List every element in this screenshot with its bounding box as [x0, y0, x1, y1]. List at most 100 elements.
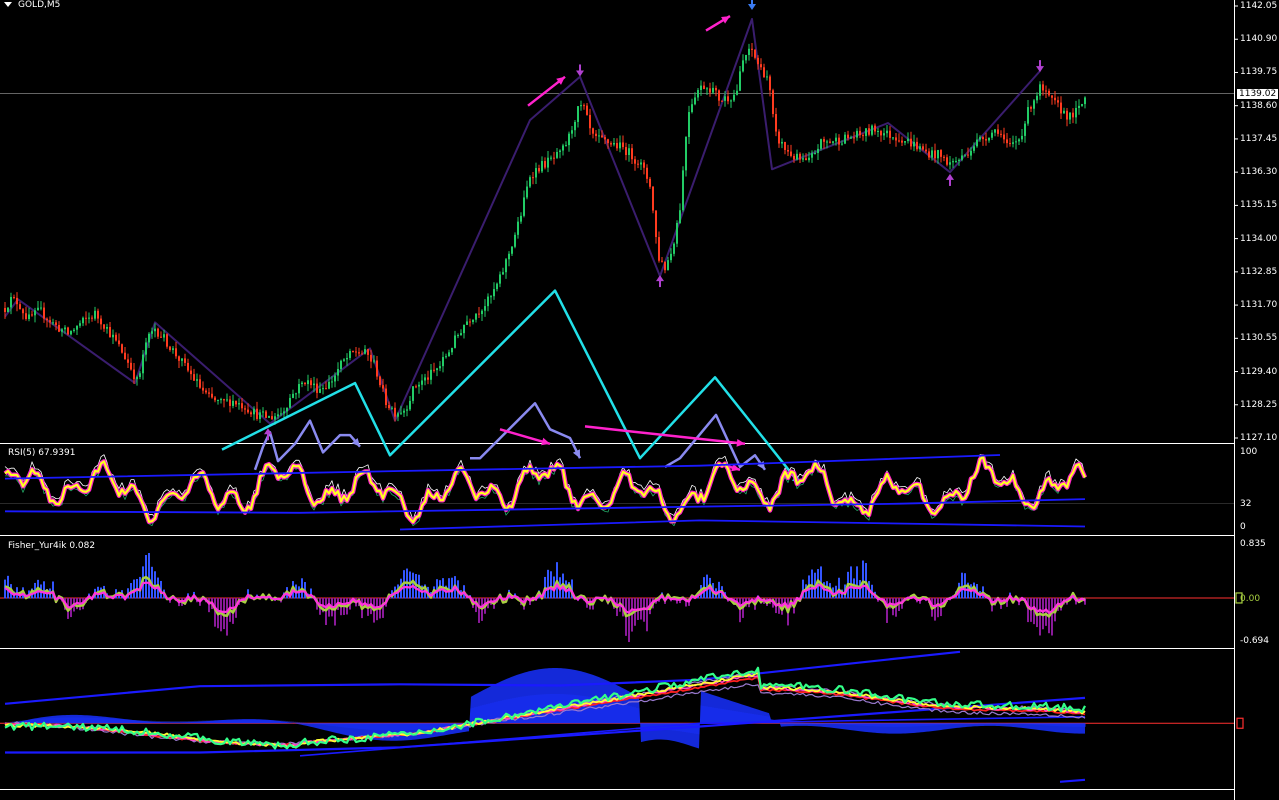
candle-body — [772, 90, 774, 115]
candle-body — [907, 138, 909, 142]
fisher-histogram-bar — [718, 581, 720, 599]
fisher-histogram-bar — [850, 566, 852, 599]
candle-body — [877, 130, 879, 132]
price-tick-label: 1129.40 — [1240, 366, 1278, 377]
candle-body — [691, 104, 693, 113]
candle-body — [277, 414, 279, 417]
candle-body — [313, 383, 315, 386]
candle-body — [742, 60, 744, 72]
candle-body — [589, 114, 591, 129]
candle-body — [130, 362, 132, 370]
candle-body — [319, 388, 321, 393]
candle-body — [703, 85, 705, 90]
candle-body — [322, 388, 324, 390]
candle-body — [238, 403, 240, 405]
candle-body — [388, 405, 390, 409]
candle-body — [817, 148, 819, 154]
candle-body — [709, 88, 711, 93]
candle-body — [280, 413, 282, 415]
candle-body — [514, 234, 516, 247]
candle-body — [895, 137, 897, 141]
candle-body — [328, 381, 330, 389]
candle-body — [1072, 112, 1074, 118]
candle-body — [760, 64, 762, 68]
candle-body — [595, 133, 597, 137]
candle-body — [748, 48, 750, 55]
candle-body — [10, 296, 12, 308]
candle-body — [553, 157, 555, 159]
candle-body — [400, 412, 402, 414]
fisher-level-max: 0.835 — [1240, 539, 1266, 549]
candle-body — [862, 135, 864, 137]
candle-body — [61, 329, 63, 332]
candle-body — [508, 253, 510, 260]
candle-body — [724, 96, 726, 101]
candle-body — [64, 327, 66, 330]
candle-body — [331, 381, 333, 383]
fisher-histogram-bar — [1051, 597, 1053, 636]
price-tick-label: 1131.70 — [1240, 300, 1278, 311]
candle-body — [643, 162, 645, 168]
candle-body — [604, 137, 606, 140]
candle-body — [379, 376, 381, 386]
candle-body — [652, 186, 654, 211]
candle-body — [811, 153, 813, 158]
candle-body — [58, 324, 60, 332]
candle-body — [106, 327, 108, 329]
lilac-wave-arrow-1 — [470, 402, 582, 460]
candle-body — [511, 246, 513, 254]
fisher-histogram-bar — [1027, 597, 1029, 623]
candle-body — [1003, 134, 1005, 140]
candle-body — [187, 362, 189, 371]
candle-body — [76, 325, 78, 330]
candle-body — [898, 140, 900, 142]
candle-body — [43, 307, 45, 319]
candle-body — [265, 411, 267, 418]
price-tick-label: 1142.05 — [1240, 1, 1278, 11]
candle-body — [79, 323, 81, 326]
candle-body — [88, 317, 90, 319]
candle-body — [151, 331, 153, 334]
candle-body — [124, 352, 126, 360]
fisher-histogram-bar — [334, 597, 336, 626]
candle-body — [244, 408, 246, 410]
chart-canvas[interactable] — [0, 0, 1279, 800]
candle-body — [601, 135, 603, 138]
dropdown-triangle-icon[interactable] — [4, 2, 12, 7]
rsi-trend-bottom — [399, 519, 1086, 531]
candle-body — [22, 309, 24, 314]
candle-body — [262, 411, 264, 413]
candle-body — [295, 393, 297, 395]
candle-body — [46, 318, 48, 321]
candle-body — [1051, 95, 1053, 98]
zigzag-line — [4, 18, 1041, 425]
candle-body — [580, 105, 582, 107]
candle-body — [856, 130, 858, 138]
candle-body — [883, 133, 885, 136]
candle-body — [82, 317, 84, 324]
candle-body — [160, 336, 162, 338]
candle-body — [985, 139, 987, 141]
candle-body — [694, 97, 696, 105]
osc-zero-marker — [1236, 717, 1244, 729]
candle-body — [358, 352, 360, 354]
candle-body — [214, 397, 216, 401]
candle-body — [436, 368, 438, 371]
candle-body — [931, 150, 933, 158]
candle-body — [376, 360, 378, 377]
candle-body — [418, 384, 420, 387]
chart-root[interactable]: GOLD,M5 RSI(5) 67.9391 Fisher_Yur4ik 0.0… — [0, 0, 1279, 800]
candle-body — [235, 400, 237, 405]
candle-body — [397, 413, 399, 417]
candle-body — [304, 382, 306, 385]
candle-body — [901, 140, 903, 143]
fisher-histogram-bar — [856, 566, 858, 599]
candle-body — [448, 352, 450, 357]
candle-body — [340, 360, 342, 370]
candle-body — [982, 137, 984, 140]
candle-body — [460, 333, 462, 336]
price-tick-label: 1137.45 — [1240, 133, 1278, 144]
candle-body — [802, 158, 804, 160]
candle-body — [496, 283, 498, 290]
candle-body — [34, 310, 36, 316]
